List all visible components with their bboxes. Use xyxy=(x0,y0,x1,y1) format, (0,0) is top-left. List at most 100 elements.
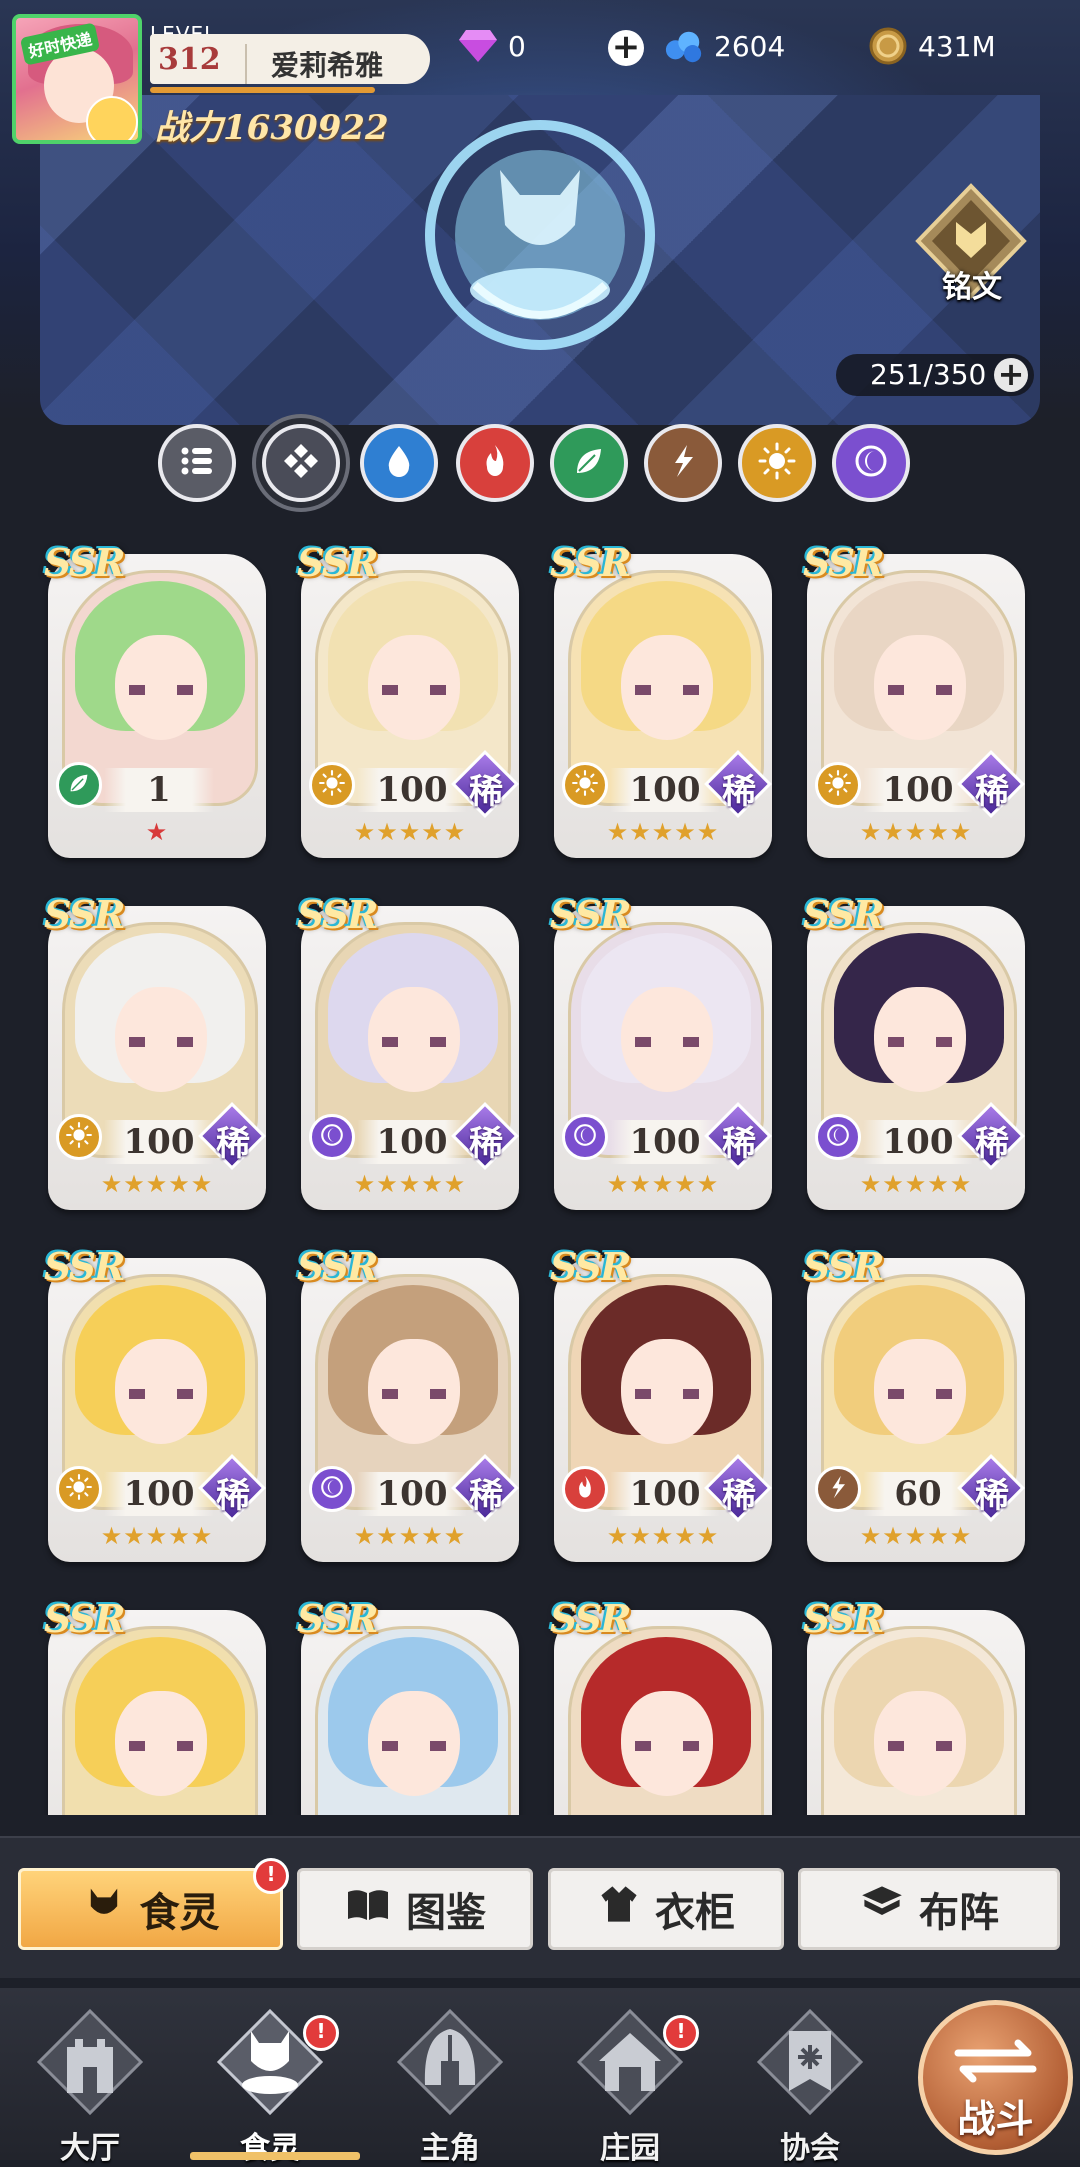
food-spirit-card[interactable]: SSR 100 稀 ★★★★★ xyxy=(550,892,772,1212)
filter-fire[interactable] xyxy=(456,424,534,502)
earth-icon xyxy=(824,1473,852,1505)
star-rating: ★★★★★ xyxy=(606,1170,720,1198)
coin-resource[interactable]: 431M xyxy=(868,26,996,66)
player-level-box: 312 爱莉希雅 xyxy=(150,34,430,84)
nav-item-4[interactable]: 协会 xyxy=(735,1995,885,2166)
filter-moon[interactable] xyxy=(832,424,910,502)
avatar-companion xyxy=(86,96,138,140)
filter-earth[interactable] xyxy=(644,424,722,502)
food-spirit-card[interactable]: SSR xyxy=(550,1596,772,1815)
character-portrait xyxy=(315,1626,511,1815)
active-nav-indicator xyxy=(190,2152,360,2160)
food-spirit-card[interactable]: SSR xyxy=(297,1596,519,1815)
portrait-eyes xyxy=(888,1037,952,1047)
battle-label[interactable]: 战斗 xyxy=(918,2088,1073,2143)
diamond-count: 0 xyxy=(508,29,526,63)
combat-power: 战力1630922 xyxy=(155,108,389,148)
crystal-count: 2604 xyxy=(714,29,786,63)
coin-icon xyxy=(868,26,908,66)
nav-item-3[interactable]: 庄园! xyxy=(555,1995,705,2166)
portrait-eyes xyxy=(129,685,193,695)
food-spirit-card[interactable]: SSR 100 稀 ★★★★★ xyxy=(550,1244,772,1564)
player-avatar[interactable]: 好时快递 xyxy=(12,14,142,144)
star-rating: ★★★★★ xyxy=(606,1522,720,1550)
rare-tag: 稀 xyxy=(957,750,1027,820)
food-spirit-card[interactable]: SSR 100 稀 ★★★★★ xyxy=(44,1244,266,1564)
exp-bar xyxy=(150,87,375,93)
crystal-resource[interactable]: 2604 xyxy=(664,26,785,66)
filter-leaf[interactable] xyxy=(550,424,628,502)
food-spirit-card[interactable]: SSR 100 稀 ★★★★★ xyxy=(550,540,772,860)
portrait-eyes xyxy=(888,1389,952,1399)
portrait-eyes xyxy=(129,1389,193,1399)
rare-tag-text: 稀 xyxy=(722,1476,756,1516)
subtab-icon xyxy=(859,1882,905,1936)
nav-item-1[interactable]: 食灵! xyxy=(195,1995,345,2166)
rare-tag: 稀 xyxy=(198,1102,268,1172)
rarity-label: SSR xyxy=(297,1596,379,1641)
rarity-label: SSR xyxy=(550,1596,632,1641)
food-spirit-card[interactable]: SSR 100 稀 ★★★★★ xyxy=(297,892,519,1212)
add-diamond-button[interactable]: + xyxy=(608,30,644,66)
portrait-eyes xyxy=(635,1037,699,1047)
subtab-2[interactable]: 衣柜 xyxy=(548,1868,784,1950)
helmet-icon xyxy=(393,2005,507,2119)
food-spirit-card[interactable]: SSR 100 稀 ★★★★★ xyxy=(297,1244,519,1564)
rarity-label: SSR xyxy=(297,1244,379,1289)
element-badge xyxy=(562,762,608,808)
star-rating: ★★★★★ xyxy=(100,1522,214,1550)
food-spirit-card[interactable]: SSR 100 稀 ★★★★★ xyxy=(803,892,1025,1212)
portrait-eyes xyxy=(635,685,699,695)
rune-label[interactable]: 铭文 xyxy=(918,262,1026,306)
diamond-resource[interactable]: 0 xyxy=(458,26,526,66)
capacity-text: 251/350 xyxy=(870,358,987,391)
nav-label: 协会 xyxy=(780,2131,840,2166)
food-spirit-card[interactable]: SSR 100 稀 ★★★★★ xyxy=(44,892,266,1212)
element-badge xyxy=(309,1114,355,1160)
nav-label: 庄园 xyxy=(600,2131,660,2166)
moon-icon xyxy=(318,1473,346,1505)
rare-tag: 稀 xyxy=(704,1102,774,1172)
rarity-label: SSR xyxy=(550,892,632,937)
character-portrait xyxy=(821,1626,1017,1815)
subtab-3[interactable]: 布阵 xyxy=(798,1868,1060,1950)
notification-badge: ! xyxy=(253,1858,289,1894)
crystal-icon xyxy=(664,26,704,66)
star-rating: ★★★★★ xyxy=(100,1170,214,1198)
food-spirit-emblem-icon xyxy=(425,120,655,350)
rare-tag: 稀 xyxy=(198,1454,268,1524)
food-spirit-card[interactable]: SSR xyxy=(44,1596,266,1815)
rarity-label: SSR xyxy=(803,892,885,937)
expand-capacity-button[interactable]: + xyxy=(994,358,1028,392)
character-portrait xyxy=(62,1626,258,1815)
filter-sun[interactable] xyxy=(738,424,816,502)
nav-item-0[interactable]: 大厅 xyxy=(15,1995,165,2166)
subtab-0[interactable]: 食灵 xyxy=(18,1868,283,1950)
filter-list[interactable] xyxy=(158,424,236,502)
rare-tag-text: 稀 xyxy=(469,1124,503,1164)
inventory-capacity: 251/350 + xyxy=(836,354,1034,396)
player-level: 312 xyxy=(158,42,221,77)
rare-tag-text: 稀 xyxy=(975,772,1009,812)
star-rating: ★★★★★ xyxy=(859,1170,973,1198)
filter-all[interactable] xyxy=(262,424,340,502)
nav-item-2[interactable]: 主角 xyxy=(375,1995,525,2166)
food-spirit-card[interactable]: SSR 1 ★ xyxy=(44,540,266,860)
food-spirit-card[interactable]: SSR 100 稀 ★★★★★ xyxy=(297,540,519,860)
star-rating: ★★★★★ xyxy=(353,1522,467,1550)
food-spirit-card[interactable]: SSR xyxy=(803,1596,1025,1815)
leaf-icon xyxy=(569,441,609,485)
star-rating: ★ xyxy=(145,818,169,846)
sun-icon xyxy=(824,769,852,801)
guild-banner-icon xyxy=(753,2005,867,2119)
subtab-1[interactable]: 图鉴 xyxy=(297,1868,533,1950)
rarity-label: SSR xyxy=(297,540,379,585)
food-spirit-card[interactable]: SSR 60 稀 ★★★★★ xyxy=(803,1244,1025,1564)
filter-water[interactable] xyxy=(360,424,438,502)
sun-icon xyxy=(65,1473,93,1505)
food-spirit-grid[interactable]: SSR 1 ★ SSR 100 稀 ★★★★★ SSR 100 稀 ★★★★★ SSR 100 稀 ★… xyxy=(0,540,1080,1815)
rarity-label: SSR xyxy=(803,1244,885,1289)
element-badge xyxy=(309,762,355,808)
portrait-eyes xyxy=(382,1741,446,1751)
food-spirit-card[interactable]: SSR 100 稀 ★★★★★ xyxy=(803,540,1025,860)
